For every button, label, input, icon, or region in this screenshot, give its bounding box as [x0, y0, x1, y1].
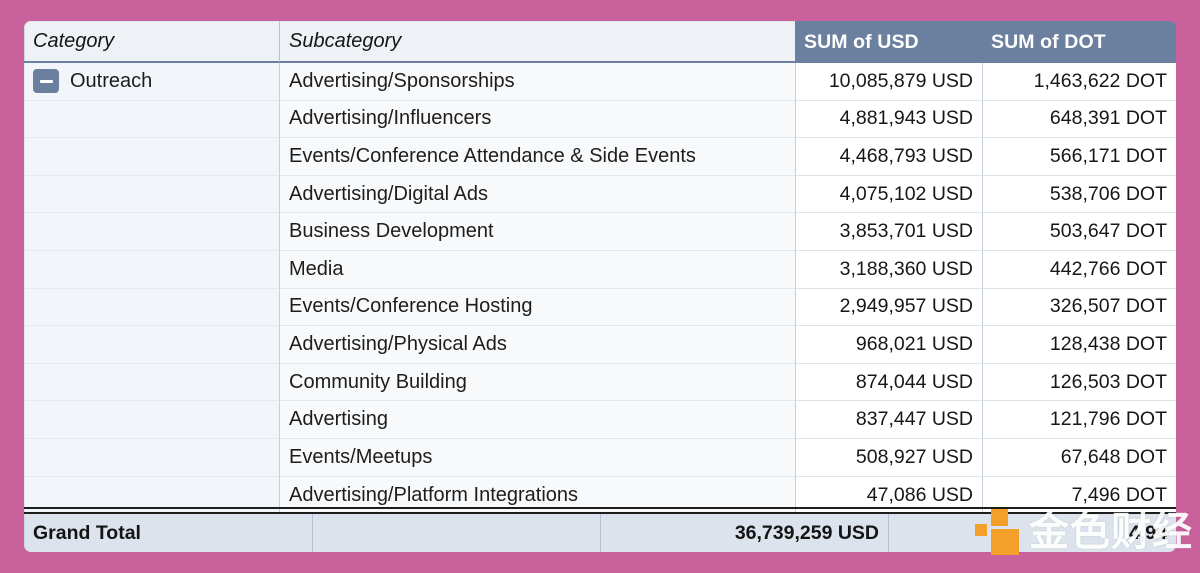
table-row: Events/Conference Attendance & Side Even… [24, 138, 1176, 176]
column-header-subcategory[interactable]: Subcategory [279, 21, 795, 63]
grand-total-rule-top [24, 507, 1176, 509]
cell-sum-usd: 3,188,360 USD [795, 250, 982, 289]
table-row: Events/Conference Hosting 2,949,957 USD 32… [24, 288, 1176, 327]
cell-subcategory: Events/Meetups [279, 438, 795, 477]
cell-sum-dot: 67,648 DOT [982, 438, 1176, 477]
cell-category [24, 213, 279, 251]
cell-sum-usd: 837,447 USD [795, 401, 982, 439]
cell-subcategory: Events/Conference Attendance & Side Even… [279, 138, 795, 176]
cell-category: Outreach [24, 63, 279, 101]
table-row: Advertising/Digital Ads 4,075,102 USD 538,… [24, 175, 1176, 214]
cell-subcategory: Media [279, 250, 795, 289]
cell-category [24, 100, 279, 139]
cell-subcategory: Advertising [279, 401, 795, 439]
table-row: Events/Meetups 508,927 USD 67,648 DOT [24, 438, 1176, 477]
cell-sum-usd: 508,927 USD [795, 438, 982, 477]
minus-icon[interactable] [33, 69, 59, 94]
cell-sum-usd: 874,044 USD [795, 363, 982, 402]
grand-total-subcategory [312, 514, 600, 552]
cell-category [24, 326, 279, 364]
cell-sum-usd: 10,085,879 USD [795, 63, 982, 101]
grand-total-usd: 36,739,259 USD [600, 514, 888, 552]
cell-sum-usd: 4,075,102 USD [795, 175, 982, 214]
group-label-outreach: Outreach [70, 69, 153, 92]
cell-sum-dot: 648,391 DOT [982, 100, 1176, 139]
cell-sum-usd: 968,021 USD [795, 326, 982, 364]
cell-sum-usd: 4,468,793 USD [795, 138, 982, 176]
grand-total-row: Grand Total 36,739,259 USD 4,94 [24, 514, 1176, 552]
cell-sum-dot: 126,503 DOT [982, 363, 1176, 402]
cell-sum-dot: 442,766 DOT [982, 250, 1176, 289]
column-header-sum-usd[interactable]: SUM of USD [795, 21, 982, 63]
cell-category [24, 175, 279, 214]
cell-category [24, 250, 279, 289]
cell-subcategory: Advertising/Physical Ads [279, 326, 795, 364]
cell-category [24, 363, 279, 402]
cell-subcategory: Business Development [279, 213, 795, 251]
table-row: Outreach Advertising/Sponsorships 10,085,8… [24, 63, 1176, 101]
pivot-table-header: Category Subcategory SUM of USD SUM of D… [24, 21, 1176, 63]
cell-subcategory: Advertising/Sponsorships [279, 63, 795, 101]
cell-sum-dot: 121,796 DOT [982, 401, 1176, 439]
cell-subcategory: Events/Conference Hosting [279, 288, 795, 327]
table-row: Grand Total 36,739,259 USD 4,94 [24, 514, 1176, 552]
grand-total-dot: 4,94 [888, 514, 1176, 552]
column-header-category[interactable]: Category [24, 21, 279, 63]
column-header-sum-dot[interactable]: SUM of DOT [982, 21, 1176, 63]
cell-subcategory: Advertising/Influencers [279, 100, 795, 139]
cell-sum-usd: 2,949,957 USD [795, 288, 982, 327]
cell-category [24, 438, 279, 477]
cell-sum-dot: 1,463,622 DOT [982, 63, 1176, 101]
cell-category [24, 288, 279, 327]
cell-sum-dot: 503,647 DOT [982, 213, 1176, 251]
table-row: Media 3,188,360 USD 442,766 DOT [24, 250, 1176, 289]
table-row: Advertising 837,447 USD 121,796 DOT [24, 401, 1176, 439]
header-row: Category Subcategory SUM of USD SUM of D… [24, 21, 1176, 63]
cell-sum-usd: 4,881,943 USD [795, 100, 982, 139]
cell-sum-dot: 566,171 DOT [982, 138, 1176, 176]
grand-total-label: Grand Total [24, 514, 312, 552]
cell-category [24, 138, 279, 176]
table-row: Community Building 874,044 USD 126,503 DOT [24, 363, 1176, 402]
table-row: Business Development 3,853,701 USD 503,647… [24, 213, 1176, 251]
cell-category [24, 401, 279, 439]
cell-sum-usd: 3,853,701 USD [795, 213, 982, 251]
table-row: Advertising/Physical Ads 968,021 USD 128,4… [24, 326, 1176, 364]
screenshot-stage: Category Subcategory SUM of USD SUM of D… [0, 0, 1200, 573]
pivot-table-body: Outreach Advertising/Sponsorships 10,085,8… [24, 63, 1176, 515]
cell-sum-dot: 326,507 DOT [982, 288, 1176, 327]
cell-sum-dot: 128,438 DOT [982, 326, 1176, 364]
cell-sum-dot: 538,706 DOT [982, 175, 1176, 214]
cell-subcategory: Community Building [279, 363, 795, 402]
cell-subcategory: Advertising/Digital Ads [279, 175, 795, 214]
pivot-table: Category Subcategory SUM of USD SUM of D… [24, 21, 1176, 515]
table-row: Advertising/Influencers 4,881,943 USD 648,… [24, 100, 1176, 139]
